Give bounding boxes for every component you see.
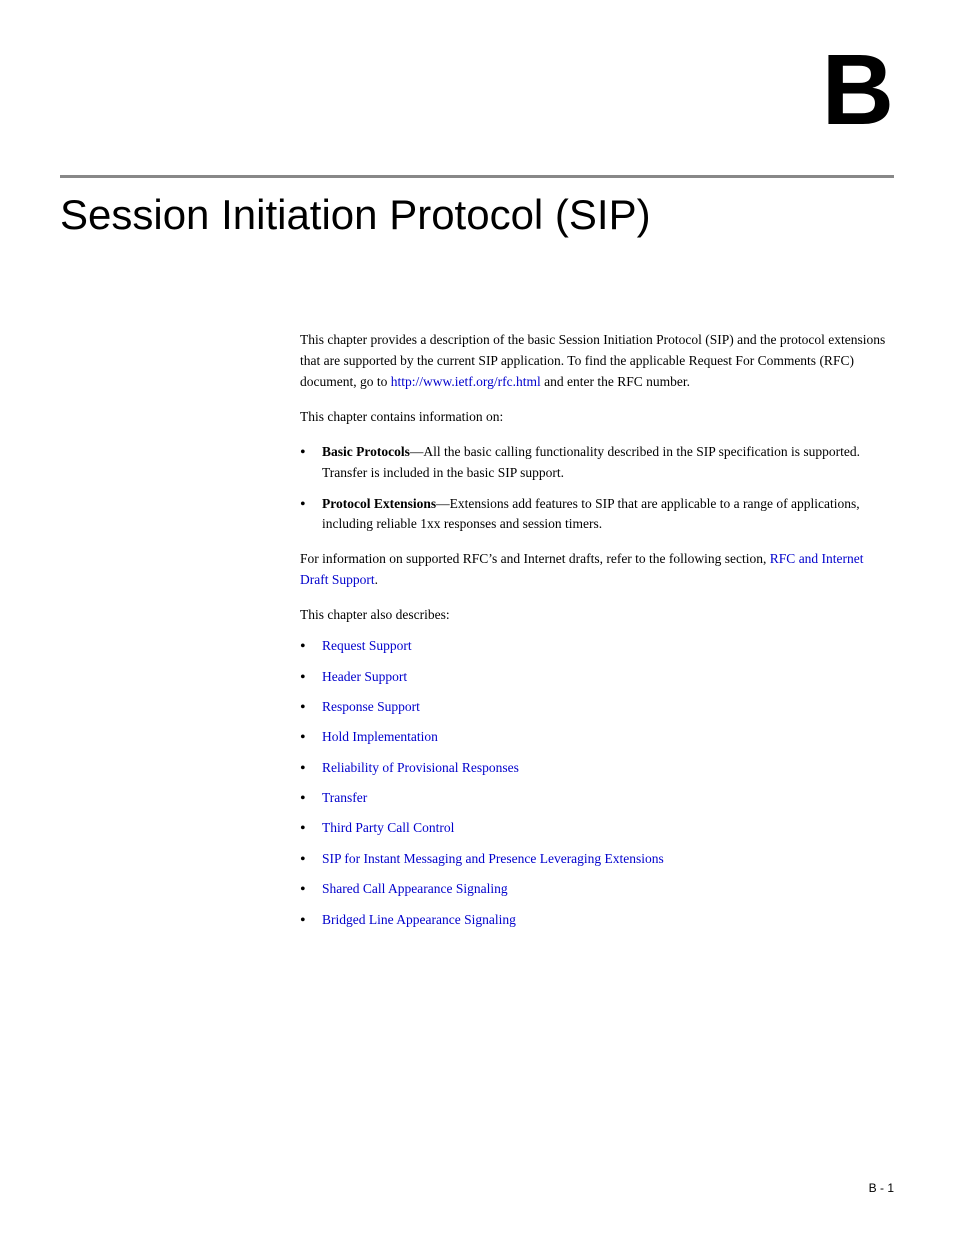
page-number: B - 1 <box>869 1181 894 1195</box>
link-bridged-line-appearance[interactable]: Bridged Line Appearance Signaling <box>322 910 516 931</box>
bullet-dot: • <box>300 494 316 516</box>
bullet-text-2: Protocol Extensions—Extensions add featu… <box>322 494 894 536</box>
bullet-dot: • <box>300 667 316 689</box>
link-reliability-provisional[interactable]: Reliability of Provisional Responses <box>322 758 519 779</box>
link-transfer[interactable]: Transfer <box>322 788 367 809</box>
bullet-dot: • <box>300 442 316 464</box>
also-describes-text: This chapter also describes: <box>300 605 894 626</box>
bullet-bold-2: Protocol Extensions <box>322 496 436 511</box>
link-response-support[interactable]: Response Support <box>322 697 420 718</box>
link-request-support[interactable]: Request Support <box>322 636 412 657</box>
rfc-text-start: For information on supported RFC’s and I… <box>300 551 766 566</box>
contains-info-text: This chapter contains information on: <box>300 407 894 428</box>
list-item: • Transfer <box>300 788 894 810</box>
bullet-dot: • <box>300 818 316 840</box>
bullet-dot: • <box>300 910 316 932</box>
content-area: This chapter provides a description of t… <box>300 330 894 946</box>
link-third-party-call-control[interactable]: Third Party Call Control <box>322 818 454 839</box>
bullet-dot: • <box>300 758 316 780</box>
page: B Session Initiation Protocol (SIP) This… <box>0 0 954 1235</box>
bullet-list: • Basic Protocols—All the basic calling … <box>300 442 894 536</box>
link-sip-simple[interactable]: SIP for Instant Messaging and Presence L… <box>322 849 664 870</box>
list-item: • Reliability of Provisional Responses <box>300 758 894 780</box>
list-item: • Bridged Line Appearance Signaling <box>300 910 894 932</box>
bullet-dot: • <box>300 788 316 810</box>
list-item: • Basic Protocols—All the basic calling … <box>300 442 894 484</box>
rfc-paragraph: For information on supported RFC’s and I… <box>300 549 894 591</box>
bullet-text-1: Basic Protocols—All the basic calling fu… <box>322 442 894 484</box>
bullet-dot: • <box>300 727 316 749</box>
list-item: • Hold Implementation <box>300 727 894 749</box>
bullet-dot: • <box>300 879 316 901</box>
bullet-bold-1: Basic Protocols <box>322 444 410 459</box>
list-item: • Header Support <box>300 667 894 689</box>
ietf-link[interactable]: http://www.ietf.org/rfc.html <box>391 374 541 389</box>
divider-line <box>60 175 894 178</box>
list-item: • Response Support <box>300 697 894 719</box>
list-item: • Protocol Extensions—Extensions add fea… <box>300 494 894 536</box>
bullet-dot: • <box>300 849 316 871</box>
list-item: • SIP for Instant Messaging and Presence… <box>300 849 894 871</box>
bullet-dot: • <box>300 636 316 658</box>
list-item: • Shared Call Appearance Signaling <box>300 879 894 901</box>
list-item: • Request Support <box>300 636 894 658</box>
chapter-title: Session Initiation Protocol (SIP) <box>60 190 894 240</box>
bullet-dot: • <box>300 697 316 719</box>
link-header-support[interactable]: Header Support <box>322 667 407 688</box>
describes-list: • Request Support • Header Support • Res… <box>300 636 894 932</box>
chapter-letter: B <box>822 40 894 140</box>
link-hold-implementation[interactable]: Hold Implementation <box>322 727 438 748</box>
link-shared-call-appearance[interactable]: Shared Call Appearance Signaling <box>322 879 508 900</box>
intro-paragraph: This chapter provides a description of t… <box>300 330 894 393</box>
list-item: • Third Party Call Control <box>300 818 894 840</box>
intro-end: and enter the RFC number. <box>544 374 690 389</box>
rfc-text-end: . <box>375 572 378 587</box>
